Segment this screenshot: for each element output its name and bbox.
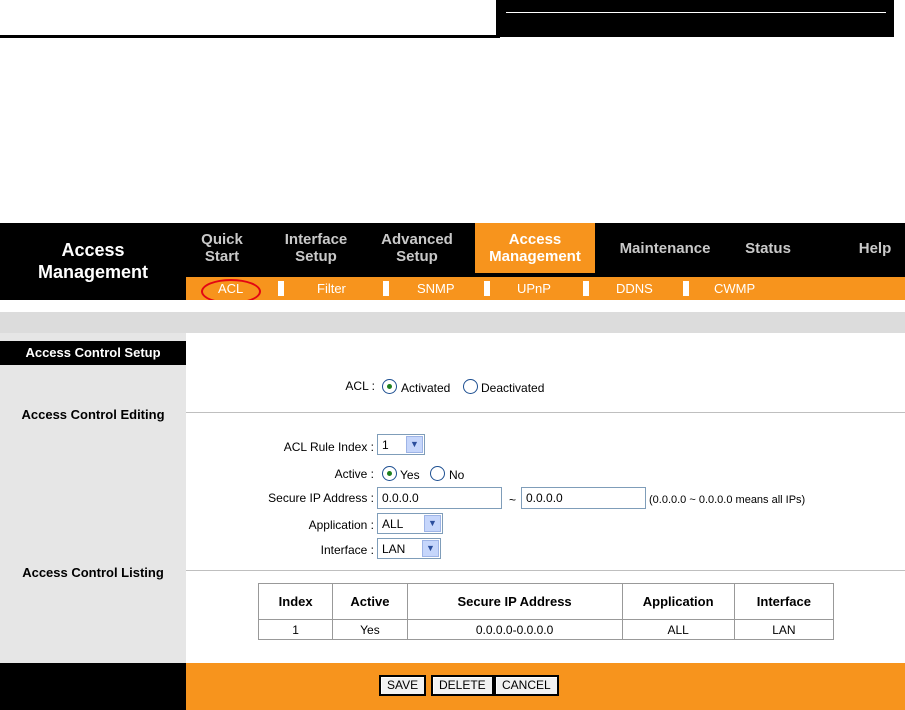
rule-index-select[interactable]: 1 ▼ xyxy=(377,434,425,455)
col-interface: Interface xyxy=(733,583,835,620)
table-header-row: Index Active Secure IP Address Applicati… xyxy=(257,583,835,620)
secure-ip-label: Secure IP Address : xyxy=(268,491,374,505)
page-title-line2: Management xyxy=(37,262,149,282)
subnav-acl[interactable]: ACL xyxy=(218,277,243,300)
section-access-control-listing: Access Control Listing xyxy=(22,565,164,580)
save-button[interactable]: SAVE xyxy=(379,675,427,696)
active-yes-radio[interactable] xyxy=(382,466,397,481)
acl-deactivated-radio[interactable] xyxy=(463,379,478,394)
rule-index-value: 1 xyxy=(382,438,389,452)
subnav-filter[interactable]: Filter xyxy=(317,277,346,300)
sub-nav: ACL Filter SNMP UPnP DDNS CWMP xyxy=(186,277,905,304)
sidebar xyxy=(0,333,186,663)
interface-value: LAN xyxy=(382,542,406,556)
nav-label: Status xyxy=(745,239,791,257)
delete-button[interactable]: DELETE xyxy=(431,675,494,696)
acl-label: ACL : xyxy=(345,379,375,393)
main-nav: Quick Start Interface Setup Advanced Set… xyxy=(186,223,905,277)
nav-label: Maintenance xyxy=(619,239,711,257)
page-title-line1: Access xyxy=(61,240,125,260)
chevron-down-icon: ▼ xyxy=(422,540,439,557)
spacer xyxy=(0,300,905,312)
col-secure-ip: Secure IP Address xyxy=(406,583,623,620)
chevron-down-icon: ▼ xyxy=(424,515,441,532)
acl-table: Index Active Secure IP Address Applicati… xyxy=(257,583,835,640)
subnav-separator xyxy=(484,281,490,296)
nav-quick-start[interactable]: Quick Start xyxy=(196,223,248,273)
col-index: Index xyxy=(257,583,334,620)
application-select[interactable]: ALL ▼ xyxy=(377,513,443,534)
acl-activated-radio[interactable] xyxy=(382,379,397,394)
divider xyxy=(186,412,905,413)
subnav-separator xyxy=(383,281,389,296)
ip-hint: (0.0.0.0 ~ 0.0.0.0 means all IPs) xyxy=(649,494,806,506)
application-value: ALL xyxy=(382,517,404,531)
nav-label: Access Management xyxy=(489,231,581,265)
ip-start-input[interactable]: 0.0.0.0 xyxy=(377,487,502,509)
chevron-down-icon: ▼ xyxy=(406,436,423,453)
nav-access-management[interactable]: Access Management xyxy=(475,223,595,273)
cell-index: 1 xyxy=(257,619,334,640)
subnav-ddns[interactable]: DDNS xyxy=(616,277,653,300)
router-frame: Access Management Quick Start Interface … xyxy=(0,223,905,710)
nav-label: Help xyxy=(858,239,892,257)
nav-interface-setup[interactable]: Interface Setup xyxy=(274,223,358,273)
col-application: Application xyxy=(621,583,735,620)
nav-advanced-setup[interactable]: Advanced Setup xyxy=(372,223,462,273)
acl-activated-label: Activated xyxy=(401,381,451,395)
nav-label: Interface Setup xyxy=(284,231,348,265)
cell-application: ALL xyxy=(621,619,735,640)
nav-maintenance[interactable]: Maintenance xyxy=(610,223,720,273)
acl-deactivated-label: Deactivated xyxy=(481,381,545,395)
divider xyxy=(186,570,905,571)
cell-interface: LAN xyxy=(733,619,835,640)
subnav-separator xyxy=(278,281,284,296)
section-access-control-editing: Access Control Editing xyxy=(21,407,165,422)
table-row: 1 Yes 0.0.0.0-0.0.0.0 ALL LAN xyxy=(257,619,835,640)
nav-label: Advanced Setup xyxy=(381,231,453,265)
cancel-button[interactable]: CANCEL xyxy=(494,675,559,696)
ip-end-input[interactable]: 0.0.0.0 xyxy=(521,487,646,509)
subnav-cwmp[interactable]: CWMP xyxy=(714,277,755,300)
ip-separator: ~ xyxy=(509,493,517,507)
cell-active: Yes xyxy=(332,619,408,640)
cell-secure-ip: 0.0.0.0-0.0.0.0 xyxy=(406,619,623,640)
page-title: Access Management xyxy=(0,223,186,300)
subnav-snmp[interactable]: SNMP xyxy=(417,277,455,300)
active-no-radio[interactable] xyxy=(430,466,445,481)
footer-left xyxy=(0,663,186,710)
rule-index-label: ACL Rule Index : xyxy=(283,440,374,454)
active-yes-label: Yes xyxy=(400,468,420,482)
active-no-label: No xyxy=(449,468,465,482)
nav-label: Quick Start xyxy=(201,231,243,265)
application-label: Application : xyxy=(308,518,374,532)
active-label: Active : xyxy=(334,467,374,481)
col-active: Active xyxy=(332,583,408,620)
header-rule xyxy=(0,35,500,38)
subnav-separator xyxy=(583,281,589,296)
subnav-separator xyxy=(683,281,689,296)
interface-select[interactable]: LAN ▼ xyxy=(377,538,441,559)
gray-band xyxy=(0,312,905,333)
interface-label: Interface : xyxy=(320,543,374,557)
section-access-control-setup: Access Control Setup xyxy=(0,341,186,365)
nav-help[interactable]: Help xyxy=(850,223,900,273)
nav-status[interactable]: Status xyxy=(738,223,798,273)
header-box xyxy=(496,0,894,37)
subnav-upnp[interactable]: UPnP xyxy=(517,277,551,300)
